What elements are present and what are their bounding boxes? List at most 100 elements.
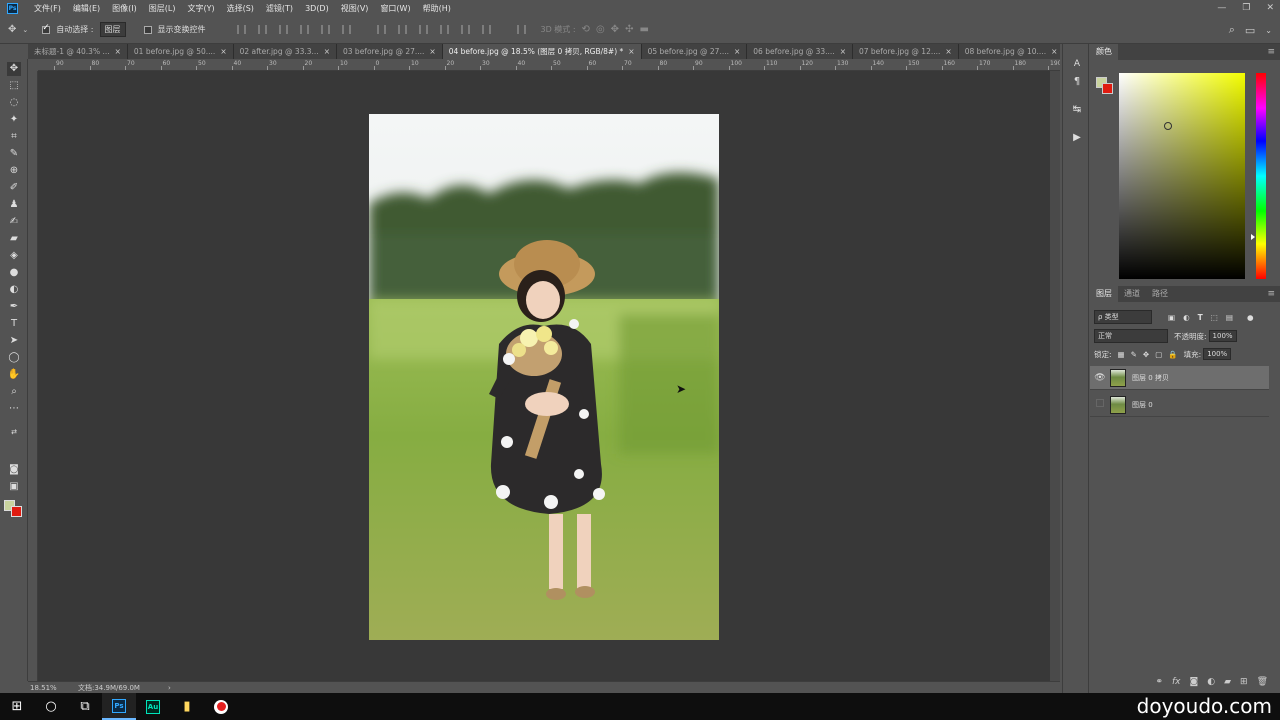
taskbar-photoshop[interactable]: Ps [102,693,136,720]
align-bottom-icon[interactable] [278,25,288,34]
document-image[interactable] [369,114,719,640]
eraser-tool-icon[interactable]: ▰ [7,232,21,246]
document-tab[interactable]: 08 before.jpg @ 10.... × [959,44,1065,59]
visibility-eye-icon[interactable]: 👁 [1090,373,1110,383]
lock-all-icon[interactable]: 🔒 [1168,350,1177,359]
show-transform-checkbox[interactable] [143,25,152,34]
close-icon[interactable]: × [324,44,330,59]
3d-pan-icon[interactable]: ✥ [611,24,619,35]
document-tab[interactable]: 03 before.jpg @ 27.... × [337,44,443,59]
eyedropper-tool-icon[interactable]: ✎ [7,147,21,161]
align-right-icon[interactable] [341,25,351,34]
menu-file[interactable]: 文件(F) [28,3,67,14]
menu-edit[interactable]: 编辑(E) [67,3,106,14]
document-tab[interactable]: 04 before.jpg @ 18.5% (图层 0 拷贝, RGB/8#) … [442,44,642,59]
restore-button[interactable]: ❐ [1242,3,1250,13]
move-tool-icon[interactable]: ✥ [8,24,16,35]
status-menu-arrow[interactable]: › [168,684,171,692]
adjustment-icon[interactable]: ◐ [1207,677,1215,691]
3d-orbit-icon[interactable]: ⟲ [582,24,590,35]
tab-layers[interactable]: 图层 [1090,286,1118,302]
document-tab[interactable]: 02 after.jpg @ 33.3... × [234,44,337,59]
trash-icon[interactable]: 🗑 [1257,677,1268,691]
paint-bucket-tool-icon[interactable]: ◈ [7,249,21,263]
more-tools-icon[interactable]: ⋯ [7,402,21,416]
distribute-hcenter-icon[interactable] [460,25,470,34]
color-picker-marker[interactable] [1164,122,1172,130]
link-icon[interactable]: ⚭ [1155,677,1163,691]
3d-scale-icon[interactable]: ▬ [639,24,648,35]
align-vcenter-icon[interactable] [257,25,267,34]
menu-filter[interactable]: 滤镜(T) [260,3,299,14]
minimize-button[interactable]: — [1217,3,1226,13]
close-icon[interactable]: × [220,44,226,59]
hue-slider[interactable] [1251,73,1266,279]
filter-shape-icon[interactable]: ⬚ [1211,313,1218,322]
close-icon[interactable]: × [429,44,435,59]
lock-transparent-icon[interactable]: ▦ [1118,350,1125,359]
distribute-bottom-icon[interactable] [418,25,428,34]
history-panel-icon[interactable]: ↹ [1071,104,1083,116]
chevron-down-icon[interactable]: ⌄ [1265,26,1272,35]
move-tool-icon[interactable]: ✥ [7,62,21,76]
background-color-swatch[interactable] [11,506,22,517]
3d-slide-icon[interactable]: ✣ [625,24,633,35]
filter-pixel-icon[interactable]: ▣ [1168,313,1175,322]
windows-start-icon[interactable]: ⊞ [0,693,34,720]
close-icon[interactable]: × [628,44,634,59]
visibility-toggle-box[interactable] [1090,399,1110,410]
document-tab[interactable]: 01 before.jpg @ 50.... × [128,44,234,59]
lock-artboard-icon[interactable]: ▢ [1155,350,1162,359]
close-icon[interactable]: × [115,44,121,59]
layer-name[interactable]: 图层 0 拷贝 [1132,373,1169,383]
brush-tool-icon[interactable]: ✐ [7,181,21,195]
menu-view[interactable]: 视图(V) [335,3,375,14]
fx-icon[interactable]: fx [1172,677,1181,691]
distribute-right-icon[interactable] [481,25,491,34]
chevron-down-icon[interactable]: ⌄ [22,26,28,34]
hand-tool-icon[interactable]: ✋ [7,368,21,382]
tab-color[interactable]: 颜色 [1090,44,1118,60]
align-left-icon[interactable] [299,25,309,34]
workspace-icon[interactable]: ▭ [1245,24,1255,37]
clone-stamp-tool-icon[interactable]: ♟ [7,198,21,212]
lock-position-icon[interactable]: ✥ [1143,350,1149,359]
zoom-level[interactable]: 18.51% [28,684,78,692]
distribute-top-icon[interactable] [376,25,386,34]
filter-type-icon[interactable]: T [1198,313,1203,322]
taskbar-audition[interactable]: Au [136,693,170,720]
type-tool-icon[interactable]: T [7,317,21,331]
history-brush-tool-icon[interactable]: ✍ [7,215,21,229]
fill-input[interactable]: 100% [1203,348,1232,360]
menu-layer[interactable]: 图层(L) [143,3,182,14]
quick-mask-icon[interactable]: ◙ [7,463,21,477]
opacity-input[interactable]: 100% [1208,330,1237,342]
auto-select-checkbox[interactable] [42,23,51,34]
document-tab[interactable]: 06 before.jpg @ 33.... × [747,44,853,59]
menu-3d[interactable]: 3D(D) [299,4,335,13]
auto-select-dropdown[interactable]: 图层 [99,22,126,37]
align-hcenter-icon[interactable] [320,25,330,34]
filter-adjustment-icon[interactable]: ◐ [1183,313,1190,322]
close-icon[interactable]: × [945,44,951,59]
dodge-tool-icon[interactable]: ◐ [7,283,21,297]
blend-mode-dropdown[interactable]: 正常 [1094,329,1168,343]
layer-row[interactable]: 图层 0 [1090,393,1269,417]
close-icon[interactable]: × [840,44,846,59]
layer-name[interactable]: 图层 0 [1132,400,1153,410]
menu-select[interactable]: 选择(S) [221,3,260,14]
document-tab[interactable]: 05 before.jpg @ 27.... × [642,44,748,59]
layer-filter-dropdown[interactable]: ρ 类型 [1094,310,1152,324]
taskbar-folder[interactable]: ▮ [170,693,204,720]
search-icon[interactable]: ⌕ [1229,23,1235,37]
group-icon[interactable]: ▰ [1224,677,1231,691]
swap-colors-icon[interactable]: ⇄ [7,425,21,439]
tab-paths[interactable]: 路径 [1146,286,1174,302]
actions-play-icon[interactable]: ▶ [1071,132,1083,144]
marquee-tool-icon[interactable]: ⬚ [7,79,21,93]
3d-roll-icon[interactable]: ◎ [596,24,605,35]
tab-channels[interactable]: 通道 [1118,286,1146,302]
close-icon[interactable]: × [734,44,740,59]
task-view-icon[interactable]: ⧉ [68,693,102,720]
zoom-tool-icon[interactable]: ⌕ [7,385,21,399]
